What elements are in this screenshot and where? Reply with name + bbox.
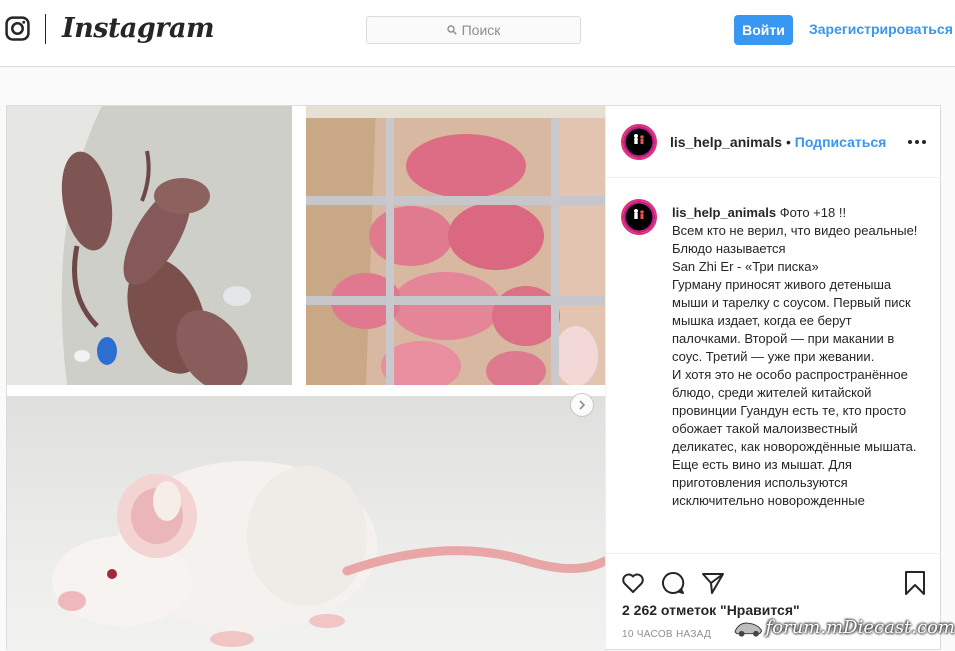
post-header-user: lis_help_animals • Подписаться	[670, 134, 886, 150]
login-button[interactable]: Войти	[734, 15, 793, 45]
forum-watermark: forum.mDiecast.com	[733, 611, 955, 643]
post-header: lis_help_animals • Подписаться	[606, 106, 941, 178]
next-slide-button[interactable]	[570, 393, 594, 417]
caption-line: Всем кто не верил, что видео реальные!	[672, 223, 918, 238]
caption-line: Фото +18 !!	[779, 205, 847, 220]
caption-line: Блюдо называется	[672, 241, 786, 256]
watermark-car-icon	[734, 622, 763, 637]
caption-line: Гурману приносят живого детеныша мыши и …	[672, 277, 911, 364]
search-placeholder: Поиск	[461, 22, 501, 38]
bookmark-icon[interactable]	[902, 570, 928, 596]
paper-plane-icon[interactable]	[700, 570, 726, 596]
search-input[interactable]: Поиск	[366, 16, 581, 44]
top-navigation: Instagram Поиск Войти Зарегистрироваться	[0, 0, 955, 67]
signup-link[interactable]: Зарегистрироваться	[809, 21, 953, 37]
nav-divider	[45, 14, 46, 44]
header-separator: •	[785, 134, 791, 150]
avatar-figure-icon	[634, 209, 644, 219]
post-caption: lis_help_animals Фото +18 !! Всем кто не…	[672, 204, 922, 510]
post-media[interactable]	[7, 106, 605, 651]
watermark-text: forum.mDiecast.com	[765, 616, 955, 638]
search-icon	[446, 25, 457, 35]
caption-avatar[interactable]	[621, 199, 657, 235]
avatar[interactable]	[621, 124, 657, 160]
post-time[interactable]: 10 ЧАСОВ НАЗАД	[622, 629, 711, 640]
chevron-right-icon	[579, 400, 586, 410]
avatar-figure-icon	[634, 134, 644, 144]
post-username[interactable]: lis_help_animals	[670, 134, 782, 150]
follow-button[interactable]: Подписаться	[795, 134, 887, 150]
caption-line: И хотя это не особо распространённое блю…	[672, 367, 917, 454]
white-mouse-photo	[7, 396, 605, 651]
post-sidebar: lis_help_animals • Подписаться lis_help_…	[605, 106, 941, 651]
comment-icon[interactable]	[660, 570, 686, 596]
comments-area[interactable]: lis_help_animals Фото +18 !! Всем кто не…	[606, 179, 941, 552]
caption-line: Еще есть вино из мышат. Для приготовлени…	[672, 457, 865, 508]
more-options-icon[interactable]	[908, 140, 926, 144]
instagram-glyph-icon[interactable]	[5, 16, 30, 41]
mice-in-cage-photo	[306, 106, 605, 385]
newborn-mice-photo	[7, 106, 292, 385]
caption-line: San Zhi Er - «Три писка»	[672, 259, 819, 274]
instagram-wordmark[interactable]: Instagram	[62, 13, 215, 44]
heart-icon[interactable]	[620, 570, 646, 596]
post-card: lis_help_animals • Подписаться lis_help_…	[6, 105, 941, 651]
caption-username[interactable]: lis_help_animals	[672, 205, 776, 220]
